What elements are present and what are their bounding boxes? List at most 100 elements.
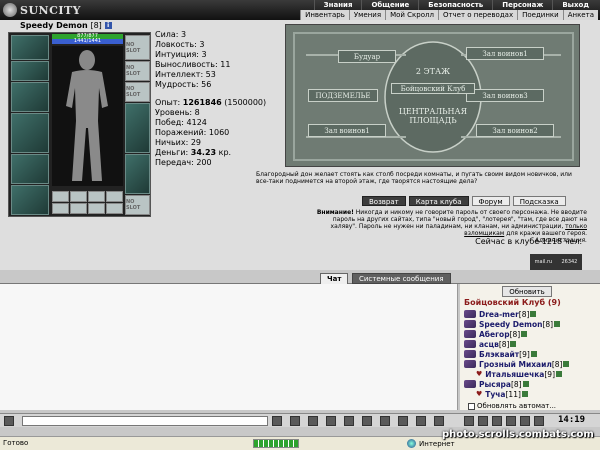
user-name[interactable]: Рысяра (479, 380, 511, 389)
menu-exit[interactable]: Выход (552, 0, 598, 10)
chat-mode-icon[interactable] (434, 416, 444, 426)
submenu-inventory[interactable]: Инвентарь (300, 10, 349, 20)
user-name[interactable]: Drea-mer (479, 310, 519, 319)
info-icon[interactable] (554, 321, 561, 327)
submenu-my-scroll[interactable]: Мой Скролл (385, 10, 438, 20)
auto-refresh-toggle[interactable]: Обновлять автомат... (468, 402, 556, 410)
map-central-square[interactable]: ЦЕНТРАЛЬНАЯ ПЛОЩАДЬ (398, 107, 468, 125)
forum-button[interactable]: Форум (471, 196, 510, 206)
translit-icon[interactable] (398, 416, 408, 426)
tool-icon-4[interactable] (506, 416, 516, 426)
hint-button[interactable]: Подсказка (512, 196, 566, 206)
user-name[interactable]: Speedy Demon (479, 320, 542, 329)
item-slot-4[interactable] (106, 203, 123, 214)
user-name[interactable]: асцв (479, 340, 499, 349)
submenu-transfer-report[interactable]: Отчет о переводах (437, 10, 517, 20)
sound-icon[interactable] (416, 416, 426, 426)
private-icon[interactable] (326, 416, 336, 426)
info-icon[interactable] (521, 391, 528, 397)
user-name[interactable]: Итальяшечка (485, 370, 544, 379)
menu-knowledge[interactable]: Знания (313, 0, 362, 10)
ring-slot-3[interactable] (88, 191, 105, 202)
user-list-item[interactable]: Drea-mer [8] (464, 309, 596, 319)
settings-icon[interactable] (4, 416, 14, 426)
user-list-item[interactable]: асцв [8] (464, 339, 596, 349)
map-hall-novice[interactable]: Зал воинов1 (466, 47, 544, 60)
user-list-item[interactable]: Speedy Demon [8] (464, 319, 596, 329)
armor-slot[interactable] (11, 113, 49, 153)
shield-slot[interactable] (125, 103, 150, 153)
info-icon[interactable] (521, 331, 528, 337)
auto-refresh-checkbox[interactable] (468, 402, 475, 410)
user-name[interactable]: Абегор (479, 330, 510, 339)
weapon-slot[interactable] (11, 82, 49, 112)
tool-icon-2[interactable] (478, 416, 488, 426)
tool-icon-1[interactable] (464, 416, 474, 426)
user-list-item[interactable]: Блэквайт [9] (464, 349, 596, 359)
user-name[interactable]: Туча (485, 390, 505, 399)
item-slot-3[interactable] (88, 203, 105, 214)
tool-icon-6[interactable] (534, 416, 544, 426)
map-hall-3[interactable]: Зал воинов3 (466, 89, 544, 102)
pants-slot[interactable] (125, 154, 150, 194)
fight-icon[interactable] (344, 416, 354, 426)
user-list-item[interactable]: ♥ Туча [11] (464, 389, 596, 399)
clan-icon (464, 380, 476, 388)
visit-counter[interactable]: mail.ru 26342 (530, 254, 582, 270)
chat-log[interactable] (0, 284, 458, 410)
tab-chat[interactable]: Чат (320, 273, 349, 284)
submenu-profile[interactable]: Анкета (562, 10, 598, 20)
tab-system-messages[interactable]: Системные сообщения (352, 273, 451, 284)
clear-icon[interactable] (290, 416, 300, 426)
item-slot-2[interactable] (70, 203, 87, 214)
menu-security[interactable]: Безопасность (418, 0, 492, 10)
refresh-button[interactable]: Обновить (502, 286, 552, 297)
tool-icon-5[interactable] (520, 416, 530, 426)
filter-icon[interactable] (308, 416, 318, 426)
tool-icon-3[interactable] (492, 416, 502, 426)
user-list-item[interactable]: ♥ Итальяшечка [9] (464, 369, 596, 379)
menu-communication[interactable]: Общение (361, 0, 418, 10)
map-hall-2[interactable]: Зал воинов2 (476, 124, 554, 137)
menu-character[interactable]: Персонаж (492, 0, 552, 10)
chat-input[interactable] (22, 416, 268, 426)
info-icon[interactable] (556, 371, 562, 377)
smile-icon[interactable] (380, 416, 390, 426)
info-icon[interactable] (510, 341, 517, 347)
walk-icon[interactable] (362, 416, 372, 426)
ring-slot-1[interactable] (52, 191, 69, 202)
info-icon[interactable] (522, 381, 529, 387)
user-name[interactable]: Грозный Михаил (479, 360, 552, 369)
ring-right-slot[interactable]: NO SLOT (125, 82, 150, 102)
user-list-item[interactable]: Абегор [8] (464, 329, 596, 339)
item-slot-1[interactable] (52, 203, 69, 214)
necklace-slot[interactable]: NO SLOT (125, 61, 150, 81)
send-icon[interactable] (272, 416, 282, 426)
user-name[interactable]: Блэквайт (479, 350, 519, 359)
belt-slot[interactable] (11, 154, 49, 184)
info-icon[interactable] (563, 361, 570, 367)
boots-slot[interactable]: NO SLOT (125, 195, 150, 215)
back-button[interactable]: Возврат (362, 196, 406, 206)
stat-level: Уровень: 8 (155, 108, 200, 117)
ring-slot-2[interactable] (70, 191, 87, 202)
map-boudoir[interactable]: Будуар (338, 50, 396, 63)
helmet-slot[interactable] (11, 35, 49, 60)
user-list-item[interactable]: Рысяра [8] (464, 379, 596, 389)
gloves-slot[interactable] (11, 185, 49, 215)
submenu-duels[interactable]: Поединки (517, 10, 563, 20)
map-basement[interactable]: ПОДЗЕМЕЛЬЕ (308, 89, 378, 102)
info-icon[interactable]: i (104, 22, 112, 29)
user-list-item[interactable]: Грозный Михаил [8] (464, 359, 596, 369)
map-floor2[interactable]: 2 ЭТАЖ (398, 67, 468, 76)
ring-slot-4[interactable] (106, 191, 123, 202)
character-name[interactable]: Speedy Demon (20, 21, 88, 30)
submenu-skills[interactable]: Умения (348, 10, 385, 20)
amulet-slot[interactable] (11, 61, 49, 81)
club-map-button[interactable]: Карта клуба (408, 196, 469, 206)
earring-slot[interactable]: NO SLOT (125, 35, 150, 60)
info-icon[interactable] (530, 351, 537, 357)
map-hall-1[interactable]: Зал воинов1 (308, 124, 386, 137)
info-icon[interactable] (530, 311, 537, 317)
online-count: Сейчас в клубе 1218 чел. (475, 237, 582, 246)
